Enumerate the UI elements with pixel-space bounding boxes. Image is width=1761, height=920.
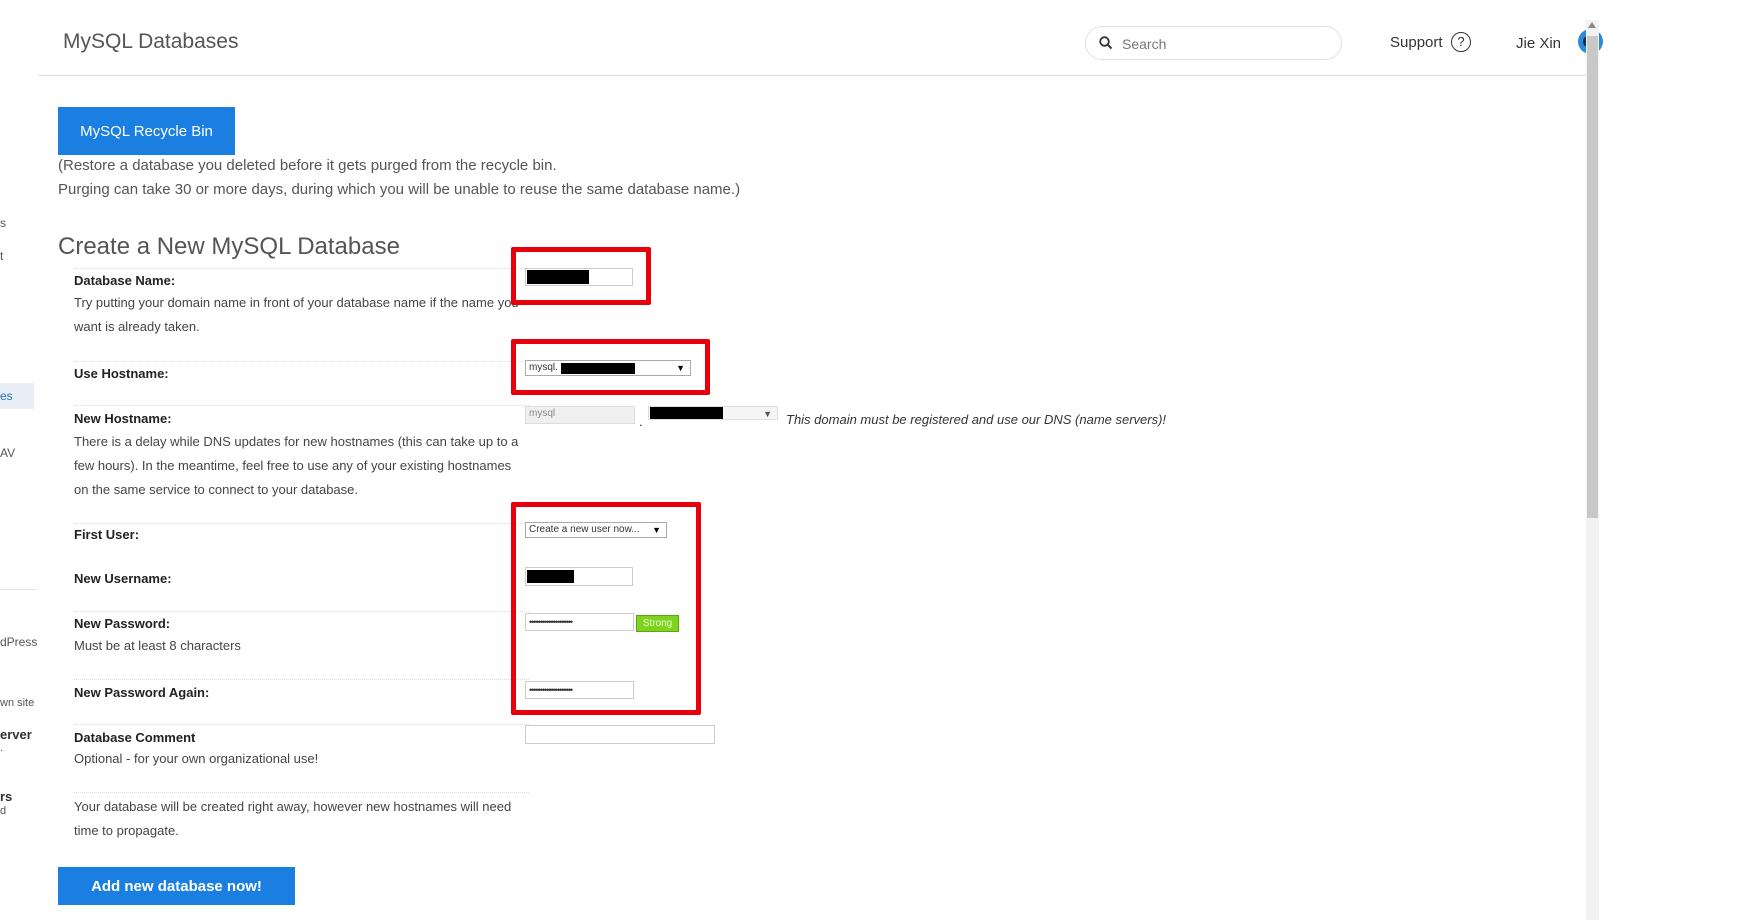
sidebar-item-fragment[interactable]: t — [0, 249, 3, 263]
sidebar-item-fragment[interactable]: AV — [0, 446, 15, 460]
support-link[interactable]: Support — [1390, 34, 1443, 51]
sidebar-item-fragment[interactable]: wn site — [0, 697, 34, 709]
redacted-value — [650, 407, 723, 419]
page-title: MySQL Databases — [63, 30, 239, 53]
row-divider — [74, 523, 529, 524]
database-comment-input[interactable] — [525, 725, 715, 744]
highlight-box-database-name — [511, 247, 651, 305]
dropdown-arrow-icon: ▼ — [763, 409, 772, 419]
sidebar-item-fragment: d — [0, 805, 7, 817]
sidebar: s t es AV dPress wn site erver . rs d — [0, 0, 37, 920]
new-hostname-dns-note: This domain must be registered and use o… — [786, 412, 1167, 427]
highlight-box-user-credentials — [511, 502, 701, 715]
help-circle-icon[interactable]: ? — [1451, 32, 1471, 52]
recycle-description-line2: Purging can take 30 or more days, during… — [58, 181, 741, 198]
sidebar-item-fragment[interactable]: erver — [0, 727, 32, 742]
row-divider — [74, 268, 529, 269]
creation-note: Your database will be created right away… — [74, 799, 512, 838]
add-new-database-button[interactable]: Add new database now! — [58, 867, 295, 905]
section-title: Create a New MySQL Database — [58, 233, 400, 260]
search-input[interactable] — [1120, 33, 1334, 55]
use-hostname-label: Use Hostname: — [74, 366, 169, 381]
new-hostname-prefix-input[interactable]: mysql — [525, 406, 635, 424]
new-password-help: Must be at least 8 characters — [74, 638, 241, 653]
sidebar-item-fragment[interactable]: rs — [0, 789, 12, 804]
recycle-description-line1: (Restore a database you deleted before i… — [58, 157, 557, 174]
row-divider — [74, 405, 529, 406]
database-comment-help: Optional - for your own organizational u… — [74, 751, 319, 766]
row-divider — [74, 361, 529, 362]
new-hostname-help: There is a delay while DNS updates for n… — [74, 434, 519, 497]
sidebar-divider — [0, 589, 37, 590]
sidebar-item-active[interactable]: es — [0, 383, 34, 409]
hostname-dot-separator: . — [639, 414, 643, 429]
database-name-label: Database Name: — [74, 273, 176, 288]
mysql-recycle-bin-button[interactable]: MySQL Recycle Bin — [58, 107, 235, 155]
first-user-label: First User: — [74, 527, 140, 542]
new-username-label: New Username: — [74, 571, 172, 586]
sidebar-item-fragment[interactable]: dPress — [0, 635, 37, 649]
scrollbar-thumb[interactable] — [1587, 36, 1598, 518]
sidebar-item-fragment[interactable]: s — [0, 216, 6, 230]
row-divider — [74, 679, 529, 680]
sidebar-item-fragment: . — [0, 742, 4, 754]
row-divider — [74, 792, 529, 793]
new-password-label: New Password: — [74, 616, 171, 631]
scrollbar[interactable] — [1586, 20, 1599, 920]
highlight-box-use-hostname — [511, 339, 710, 395]
top-header: MySQL Databases Support ? Jie Xin — [38, 0, 1603, 76]
search-icon — [1098, 35, 1114, 51]
scroll-up-arrow-icon[interactable] — [1588, 22, 1596, 28]
new-password-again-label: New Password Again: — [74, 685, 210, 700]
search-box[interactable] — [1085, 26, 1342, 60]
row-divider — [74, 611, 529, 612]
user-name[interactable]: Jie Xin — [1516, 35, 1561, 52]
new-hostname-label: New Hostname: — [74, 411, 172, 426]
new-hostname-domain-select[interactable]: ▼ — [648, 406, 778, 420]
row-divider — [74, 724, 529, 725]
database-name-help: Try putting your domain name in front of… — [74, 295, 519, 334]
database-comment-label: Database Comment — [74, 730, 196, 745]
